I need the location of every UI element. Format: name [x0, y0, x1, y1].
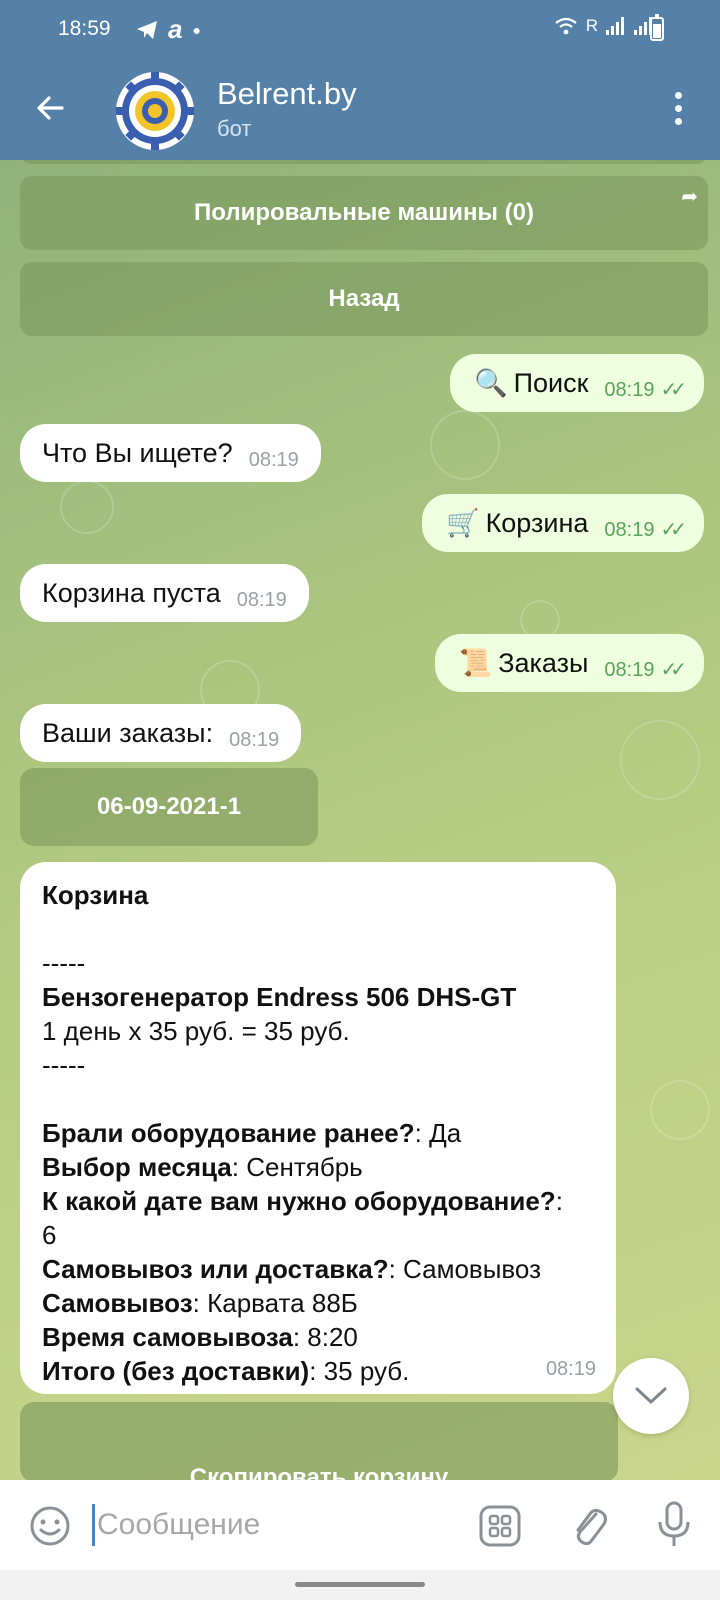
- double-check-icon: ✓✓: [660, 658, 686, 681]
- battery-icon: [650, 14, 664, 41]
- message-time: 08:19: [545, 1358, 596, 1380]
- keyboard-button-partial[interactable]: [20, 160, 708, 164]
- system-nav-bar: [0, 1570, 720, 1600]
- scroll-down-button[interactable]: [613, 1358, 689, 1434]
- row-label: Самовывоз: [42, 1288, 193, 1318]
- telegram-icon: [137, 20, 157, 39]
- row-value: Карвата 88Б: [199, 1288, 358, 1318]
- font-a-icon: a: [168, 14, 183, 44]
- row-value: Самовывоз: [395, 1254, 542, 1284]
- cart-icon: 🛒: [445, 508, 480, 538]
- price-line: 1 день x 35 руб. = 35 руб.: [42, 1016, 350, 1046]
- message-text: Корзина пуста: [42, 577, 221, 608]
- message-input[interactable]: [92, 1504, 442, 1546]
- row-value: 6: [42, 1220, 57, 1250]
- home-indicator[interactable]: [295, 1582, 425, 1587]
- bot-avatar[interactable]: [116, 72, 194, 150]
- microphone-icon[interactable]: [652, 1500, 696, 1550]
- scroll-icon: 📜: [458, 648, 493, 678]
- share-icon[interactable]: ➦: [681, 184, 698, 209]
- cart-row: Самовывоз: Карвата 88Б: [42, 1288, 358, 1318]
- row-label: Выбор месяца: [42, 1152, 232, 1182]
- row-label: К какой дате вам нужно оборудование?: [42, 1186, 556, 1216]
- message-out-search[interactable]: 🔍 Поиск 08:19 ✓✓: [449, 354, 704, 412]
- background-doodle: [430, 410, 500, 480]
- cart-message[interactable]: Корзина ----- Бензогенератор Endress 506…: [20, 862, 616, 1394]
- keyboard-button-label: Назад: [328, 285, 400, 312]
- chat-area[interactable]: Полировальные машины (0) ➦ Назад 🔍 Поиск…: [0, 160, 720, 1480]
- message-time: 08:19: [236, 588, 287, 611]
- chat-subtitle: бот: [217, 116, 252, 141]
- message-in-question[interactable]: Что Вы ищете? 08:19: [20, 424, 321, 482]
- cart-row: Время самовывоза: 8:20: [42, 1322, 358, 1352]
- wifi-icon: [555, 17, 577, 35]
- product-name: Бензогенератор Endress 506 DHS-GT: [42, 982, 517, 1012]
- message-in-cart-empty[interactable]: Корзина пуста 08:19: [20, 564, 309, 622]
- order-inline-button[interactable]: 06-09-2021-1: [20, 768, 318, 846]
- message-text: Поиск: [513, 367, 589, 398]
- status-time: 18:59: [58, 17, 111, 40]
- message-out-cart[interactable]: 🛒 Корзина 08:19 ✓✓: [421, 494, 704, 552]
- row-value: Сентябрь: [239, 1152, 363, 1182]
- row-value: Да: [421, 1118, 462, 1148]
- message-time: 08:19: [604, 518, 655, 541]
- dot-icon: ●: [192, 21, 201, 38]
- message-out-orders[interactable]: 📜 Заказы 08:19 ✓✓: [434, 634, 704, 692]
- cart-row: Выбор месяца: Сентябрь: [42, 1152, 363, 1182]
- row-label: Брали оборудование ранее?: [42, 1118, 415, 1148]
- cart-row: Брали оборудование ранее?: Да: [42, 1118, 462, 1148]
- message-time: 08:19: [248, 448, 299, 471]
- copy-cart-label: Скопировать корзину: [189, 1464, 449, 1480]
- message-text: Заказы: [498, 647, 589, 678]
- search-icon: 🔍: [473, 368, 508, 398]
- cart-row: К какой дате вам нужно оборудование?: 6: [42, 1186, 563, 1250]
- separator: -----: [42, 948, 86, 978]
- message-input-bar: [0, 1480, 720, 1570]
- keyboard-button-polish-machines[interactable]: Полировальные машины (0) ➦: [20, 176, 708, 250]
- background-doodle: [60, 480, 114, 534]
- message-text: Что Вы ищете?: [42, 437, 233, 468]
- row-label: Самовывоз или доставка?: [42, 1254, 389, 1284]
- row-label: Время самовывоза: [42, 1322, 293, 1352]
- background-doodle: [620, 720, 700, 800]
- keyboard-button-label: Полировальные машины (0): [194, 199, 534, 226]
- copy-cart-button[interactable]: Скопировать корзину: [20, 1402, 618, 1480]
- cart-row: Итого (без доставки): 35 руб.: [42, 1356, 410, 1386]
- roaming-label: R: [585, 16, 598, 35]
- message-time: 08:19: [604, 658, 655, 681]
- back-arrow-icon[interactable]: [28, 86, 72, 130]
- gear-logo-icon: [116, 72, 194, 150]
- keyboard-button-back[interactable]: Назад: [20, 262, 708, 336]
- background-doodle: [650, 1080, 710, 1140]
- cart-title: Корзина: [42, 880, 149, 910]
- row-label: Итого (без доставки): [42, 1356, 310, 1386]
- signal-1-icon: [606, 17, 626, 35]
- message-text: Корзина: [485, 507, 589, 538]
- status-bar: 18:59 a ● R: [0, 0, 720, 58]
- message-time: 08:19: [229, 728, 280, 751]
- message-text: Ваши заказы:: [42, 717, 214, 748]
- double-check-icon: ✓✓: [660, 378, 686, 401]
- message-time: 08:19: [604, 378, 655, 401]
- more-menu-icon[interactable]: [672, 92, 684, 126]
- chat-header: Belrent.by бот: [0, 58, 720, 160]
- message-in-your-orders[interactable]: Ваши заказы: 08:19: [20, 704, 302, 762]
- double-check-icon: ✓✓: [660, 518, 686, 541]
- paperclip-icon[interactable]: [566, 1502, 610, 1550]
- chevron-down-icon: [635, 1387, 667, 1405]
- chat-title[interactable]: Belrent.by: [217, 76, 357, 112]
- separator: -----: [42, 1050, 86, 1080]
- order-number: 06-09-2021-1: [96, 793, 242, 820]
- bot-commands-icon[interactable]: [478, 1504, 522, 1548]
- emoji-icon[interactable]: [28, 1504, 72, 1548]
- cart-row: Самовывоз или доставка?: Самовывоз: [42, 1254, 542, 1284]
- row-value: 35 руб.: [316, 1356, 410, 1386]
- row-value: 8:20: [300, 1322, 358, 1352]
